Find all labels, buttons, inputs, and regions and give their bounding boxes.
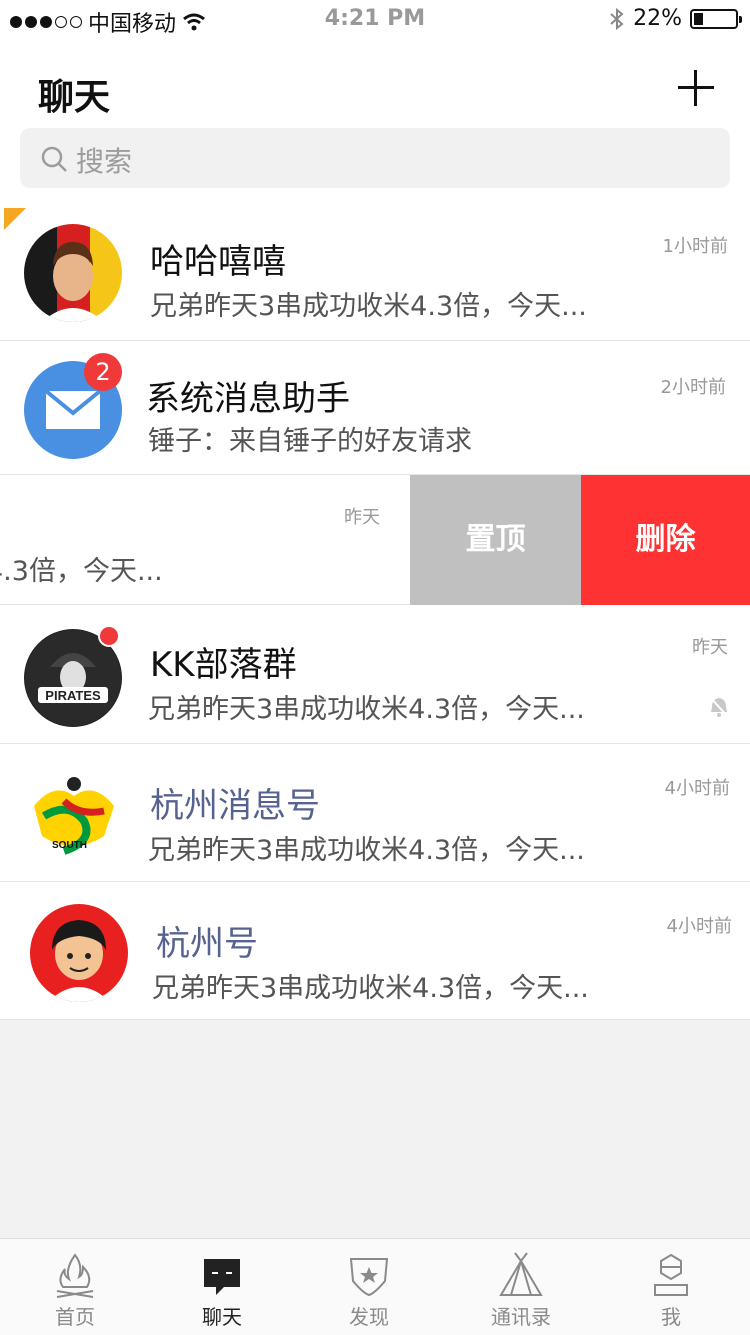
tent-icon: [499, 1252, 543, 1296]
chat-time: 昨天: [692, 637, 728, 658]
chat-time: 1小时前: [662, 236, 728, 257]
header: 聊天 搜索: [0, 40, 750, 200]
unread-badge: 2: [84, 353, 122, 391]
chat-name: 系统消息助手: [146, 379, 350, 419]
tab-label: 我: [661, 1305, 681, 1329]
avatar: SOUTH: [24, 766, 122, 864]
tab-label: 通讯录: [491, 1305, 551, 1329]
svg-text:PIRATES: PIRATES: [45, 688, 101, 703]
battery-percent: 22%: [633, 6, 682, 31]
chat-name: 杭州号: [156, 924, 258, 964]
pin-button[interactable]: 置顶: [410, 475, 581, 605]
mute-bell-icon: [709, 696, 729, 718]
chat-name: 杭州消息号: [150, 786, 320, 826]
page-title: 聊天: [38, 77, 111, 118]
chat-preview: 兄弟昨天3串成功收米4.3倍，今天...: [150, 291, 587, 322]
tab-me[interactable]: 我: [596, 1239, 746, 1335]
chat-preview: 锤子：来自锤子的好友请求: [148, 426, 472, 457]
chat-name: KK部落群: [150, 645, 297, 685]
chat-time: 4小时前: [664, 778, 730, 799]
delete-button[interactable]: 删除: [581, 475, 750, 605]
chat-preview: 兄弟昨天3串成功收米4.3倍，今天...: [152, 973, 589, 1004]
status-bar: 中国移动 4:21 PM 22%: [0, 0, 750, 40]
tab-chat[interactable]: 聊天: [147, 1239, 297, 1335]
pinned-corner-icon: [4, 208, 26, 230]
chat-row[interactable]: 2 系统消息助手 锤子：来自锤子的好友请求 2小时前: [0, 341, 750, 475]
search-icon: [41, 146, 67, 172]
chat-time: 昨天: [344, 507, 380, 528]
bluetooth-icon: [610, 7, 624, 30]
chat-time: 2小时前: [660, 377, 726, 398]
battery-icon: [690, 8, 742, 29]
avatar: [24, 224, 122, 322]
tab-contacts[interactable]: 通讯录: [446, 1239, 596, 1335]
tab-label: 发现: [349, 1305, 389, 1329]
tab-discover[interactable]: 发现: [294, 1239, 444, 1335]
chat-row[interactable]: PIRATES KK部落群 兄弟昨天3串成功收米4.3倍，今天... 昨天: [0, 605, 750, 744]
profile-icon: [654, 1253, 688, 1296]
tab-label: 聊天: [202, 1305, 242, 1329]
search-bar[interactable]: 搜索: [20, 128, 730, 188]
star-badge-icon: [349, 1258, 389, 1297]
svg-text:SOUTH: SOUTH: [52, 840, 87, 851]
tab-bar: 首页 聊天 发现 通讯录 我: [0, 1238, 750, 1335]
avatar: [30, 904, 128, 1002]
chat-row[interactable]: 哈哈嘻嘻 兄弟昨天3串成功收米4.3倍，今天... 1小时前: [0, 200, 750, 341]
chat-bubble-icon: [204, 1259, 240, 1295]
tab-home[interactable]: 首页: [0, 1239, 150, 1335]
chat-preview: 兄弟昨天3串成功收米4.3倍，今天...: [148, 835, 585, 866]
search-placeholder: 搜索: [76, 145, 133, 178]
chat-row[interactable]: 杭州号 兄弟昨天3串成功收米4.3倍，今天... 4小时前: [0, 882, 750, 1020]
campfire-icon: [56, 1253, 94, 1298]
unread-dot: [98, 625, 120, 647]
chat-row-swiped[interactable]: 4.3倍，今天... 昨天 置顶 删除: [0, 475, 750, 605]
chat-preview: 兄弟昨天3串成功收米4.3倍，今天...: [148, 694, 585, 725]
tab-label: 首页: [55, 1305, 95, 1329]
chat-row[interactable]: SOUTH 杭州消息号 兄弟昨天3串成功收米4.3倍，今天... 4小时前: [0, 744, 750, 882]
chat-time: 4小时前: [666, 916, 732, 937]
chat-name: 哈哈嘻嘻: [150, 242, 286, 282]
chat-preview: 4.3倍，今天...: [0, 556, 163, 587]
add-icon[interactable]: [678, 70, 714, 106]
